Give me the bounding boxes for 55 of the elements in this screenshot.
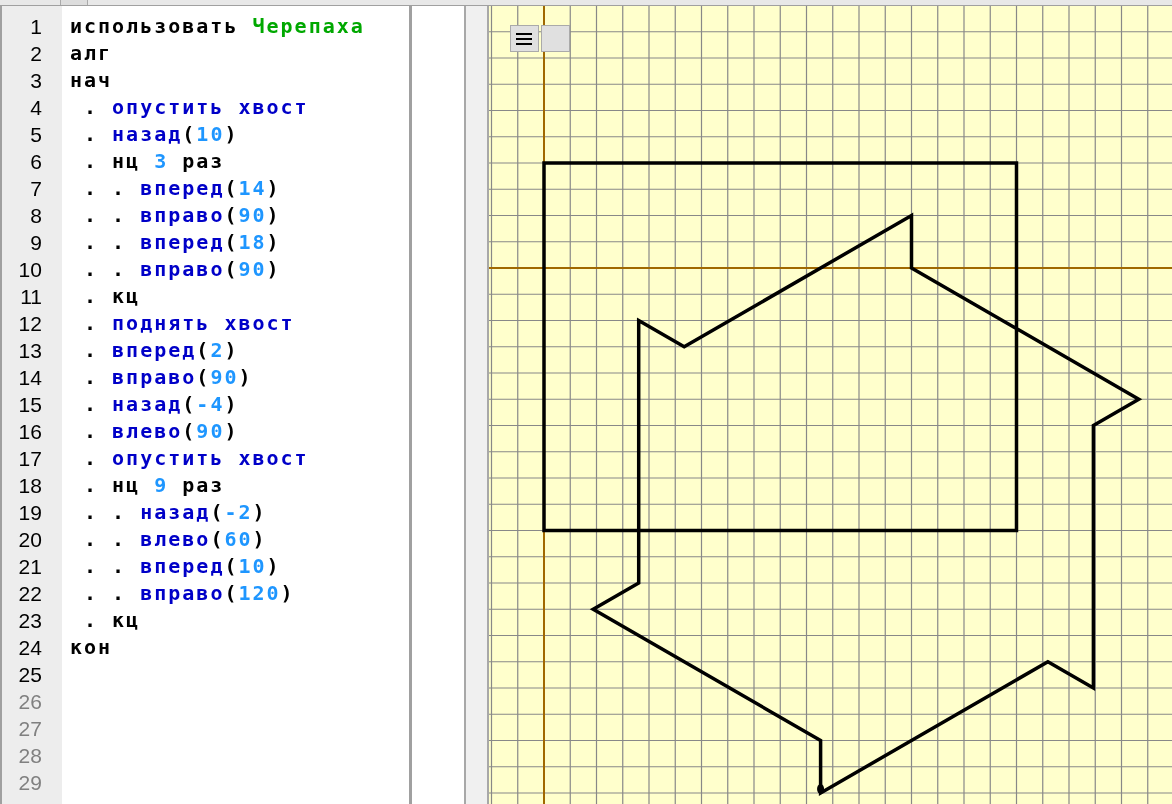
line-number: 20 xyxy=(17,527,43,553)
code-line: . назад(-4) xyxy=(83,391,239,418)
line-number: 18 xyxy=(17,473,43,499)
line-number: 11 xyxy=(19,284,43,310)
code-line: . кц xyxy=(83,283,141,310)
line-number: 5 xyxy=(29,122,43,148)
line-number: 3 xyxy=(29,68,43,94)
code-line: . . вперед(14) xyxy=(83,175,281,202)
code-line: . . влево(60) xyxy=(83,526,267,553)
code-line: . опустить хвост xyxy=(83,94,309,121)
line-number: 27 xyxy=(17,716,43,742)
line-number: 10 xyxy=(17,257,43,283)
line-number: 15 xyxy=(17,392,43,418)
code-line: . вправо(90) xyxy=(83,364,253,391)
code-line: . . вправо(90) xyxy=(83,256,281,283)
line-number: 24 xyxy=(17,635,43,661)
line-number: 26 xyxy=(17,689,43,715)
code-line: . . назад(-2) xyxy=(83,499,267,526)
line-number: 6 xyxy=(29,149,43,175)
line-number: 7 xyxy=(29,176,43,202)
line-number: 8 xyxy=(29,203,43,229)
code-line: . влево(90) xyxy=(83,418,239,445)
line-number: 9 xyxy=(29,230,43,256)
menu-button[interactable] xyxy=(509,25,539,52)
line-number: 28 xyxy=(17,743,43,769)
code-line: . . вправо(120) xyxy=(83,580,295,607)
code-line: . нц 9 раз xyxy=(83,472,225,499)
line-number: 17 xyxy=(17,446,43,472)
line-number: 14 xyxy=(17,365,43,391)
menu-icon xyxy=(516,32,533,45)
line-number: 19 xyxy=(17,500,43,526)
line-number: 13 xyxy=(17,338,43,364)
line-number: 25 xyxy=(17,662,43,688)
line-number: 1 xyxy=(29,14,43,40)
code-line: . . вперед(10) xyxy=(83,553,281,580)
code-line: . . вперед(18) xyxy=(83,229,281,256)
line-number: 16 xyxy=(17,419,43,445)
code-line: . поднять хвост xyxy=(83,310,295,337)
code-line: . опустить хвост xyxy=(83,445,309,472)
code-line: нач xyxy=(68,67,113,94)
line-number: 29 xyxy=(17,770,43,796)
line-number: 21 xyxy=(17,554,43,580)
code-line: . кц xyxy=(83,607,141,634)
line-number: 2 xyxy=(29,41,43,67)
code-line: . назад(10) xyxy=(83,121,239,148)
line-number: 4 xyxy=(29,95,43,121)
line-number: 12 xyxy=(17,311,43,337)
code-line: кон xyxy=(68,634,113,661)
code-line: . . вправо(90) xyxy=(83,202,281,229)
code-line: . вперед(2) xyxy=(83,337,239,364)
code-line: использовать Черепаха xyxy=(68,13,365,40)
line-number: 22 xyxy=(17,581,43,607)
code-line: . нц 3 раз xyxy=(83,148,225,175)
code-line: алг xyxy=(68,40,113,67)
line-number: 23 xyxy=(17,608,43,634)
